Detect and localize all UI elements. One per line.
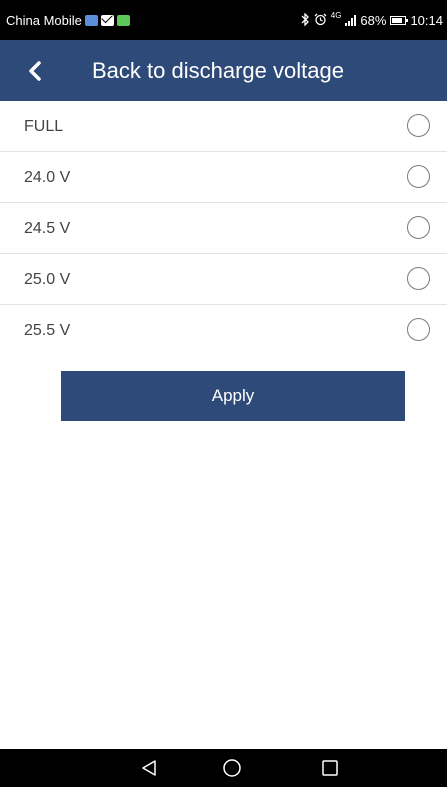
option-row-24-0[interactable]: 24.0 V (0, 152, 447, 203)
status-bar-right: 4G 68% 10:14 (300, 0, 443, 40)
radio-button[interactable] (407, 267, 430, 290)
option-row-full[interactable]: FULL (0, 101, 447, 152)
nav-recents-button[interactable] (310, 749, 350, 787)
voltage-option-list: FULL 24.0 V 24.5 V 25.0 V 25.5 V (0, 101, 447, 356)
back-triangle-icon (142, 760, 156, 776)
status-bar-left: China Mobile (6, 0, 130, 40)
radio-button[interactable] (407, 318, 430, 341)
status-bar: China Mobile 4G 68% 10:14 (0, 0, 447, 40)
navigation-bar (0, 749, 447, 787)
bluetooth-icon (300, 11, 310, 28)
option-label: FULL (24, 118, 64, 135)
network-type-label: 4G (330, 11, 342, 20)
apply-button[interactable]: Apply (61, 371, 405, 421)
alarm-icon (314, 13, 327, 28)
radio-button[interactable] (407, 216, 430, 239)
status-time: 10:14 (410, 12, 443, 28)
back-button[interactable] (20, 40, 50, 101)
home-circle-icon (223, 759, 241, 777)
mail-icon (100, 14, 114, 26)
recents-square-icon (322, 760, 338, 776)
option-row-25-0[interactable]: 25.0 V (0, 254, 447, 305)
option-label: 24.5 V (24, 220, 71, 237)
app-notification-icon (116, 14, 130, 26)
battery-icon (390, 15, 409, 25)
option-row-24-5[interactable]: 24.5 V (0, 203, 447, 254)
option-row-25-5[interactable]: 25.5 V (0, 305, 447, 356)
nav-back-button[interactable] (129, 749, 169, 787)
nav-home-button[interactable] (212, 749, 252, 787)
carrier-name: China Mobile (6, 12, 82, 28)
option-label: 25.0 V (24, 271, 71, 288)
app-header: Back to discharge voltage (0, 40, 447, 101)
battery-percent: 68% (360, 12, 387, 28)
option-label: 25.5 V (24, 322, 71, 339)
weather-icon (84, 14, 98, 26)
radio-button[interactable] (407, 114, 430, 137)
page-title: Back to discharge voltage (92, 58, 344, 83)
option-label: 24.0 V (24, 169, 71, 186)
chevron-left-icon (29, 60, 41, 81)
signal-icon (345, 14, 357, 26)
radio-button[interactable] (407, 165, 430, 188)
